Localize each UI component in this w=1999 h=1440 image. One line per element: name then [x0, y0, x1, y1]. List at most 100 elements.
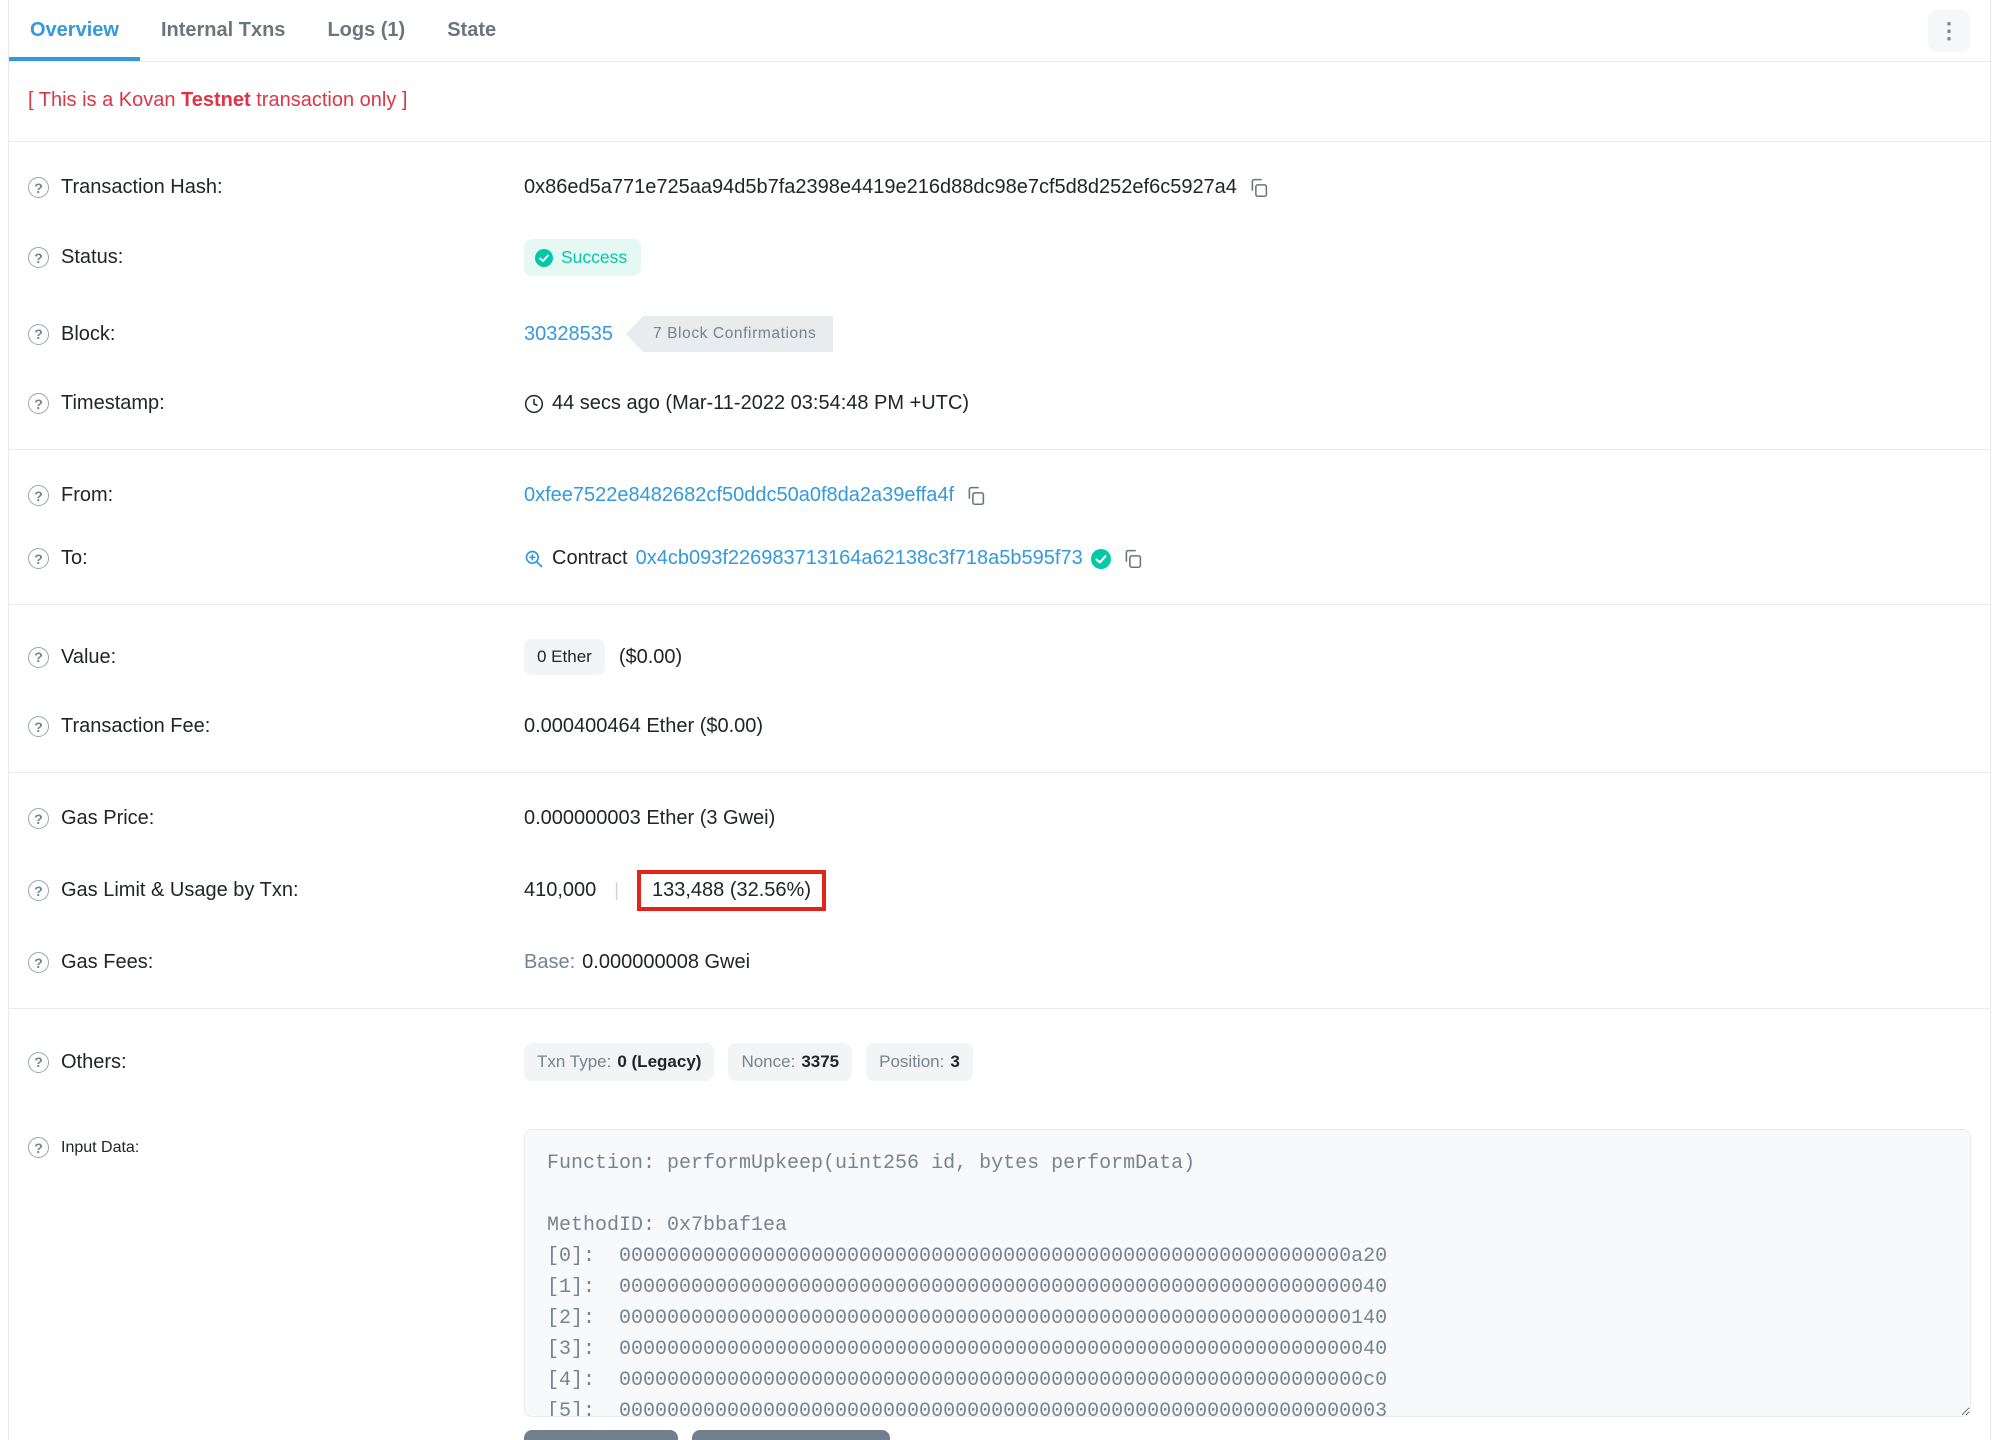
status-text: Success	[561, 247, 628, 267]
usd-value: ($0.00)	[618, 645, 683, 668]
transaction-card: Overview Internal Txns Logs (1) State ⋮ …	[8, 0, 1991, 1440]
to-contract-prefix: Contract	[552, 547, 628, 569]
row-label: Gas Limit & Usage by Txn:	[61, 879, 299, 901]
row-label: Gas Fees:	[61, 951, 154, 973]
badge-value: 3375	[801, 1052, 840, 1071]
tab-logs[interactable]: Logs (1)	[306, 0, 426, 61]
copy-from-button[interactable]	[965, 485, 986, 506]
verified-check-icon	[1090, 548, 1111, 569]
tab-overview[interactable]: Overview	[9, 0, 140, 61]
magnifier-plus-icon[interactable]	[524, 549, 544, 569]
help-icon[interactable]: ?	[28, 177, 49, 198]
section-others-input: ? Others: Txn Type: 0 (Legacy) Nonce: 3375…	[9, 1009, 1990, 1440]
row-timestamp: ? Timestamp: 44 secs ago (Mar-11-2022 03…	[28, 372, 1971, 435]
testnet-warning: [ This is a Kovan Testnet transaction on…	[9, 62, 1990, 142]
row-label: Gas Price:	[61, 807, 155, 829]
tab-state[interactable]: State	[426, 0, 517, 61]
ether-value-badge: 0 Ether	[524, 639, 605, 675]
to-address-link[interactable]: 0x4cb093f226983713164a62138c3f718a5b595f…	[636, 547, 1083, 570]
base-fee-value: 0.000000008 Gwei	[582, 951, 751, 973]
row-label: Transaction Hash:	[61, 176, 223, 198]
copy-to-button[interactable]	[1122, 548, 1143, 569]
help-icon[interactable]: ?	[28, 1051, 49, 1073]
decode-input-data-button[interactable]: Decode Input Data	[691, 1430, 891, 1440]
row-to: ? To: Contract 0x4cb093f226983713164a621…	[28, 527, 1971, 590]
label-gas-price: ? Gas Price:	[28, 807, 524, 830]
row-gas-fees: ? Gas Fees: Base: 0.000000008 Gwei	[28, 931, 1971, 994]
help-icon[interactable]: ?	[28, 323, 49, 345]
clock-icon	[524, 394, 544, 413]
transaction-fee-value: 0.000400464 Ether ($0.00)	[524, 715, 764, 737]
input-data-textarea[interactable]: Function: performUpkeep(uint256 id, byte…	[524, 1129, 1971, 1417]
row-others: ? Others: Txn Type: 0 (Legacy) Nonce: 3375…	[28, 1023, 1971, 1101]
help-icon[interactable]: ?	[28, 880, 49, 901]
position-badge: Position: 3	[866, 1043, 973, 1081]
txn-type-badge: Txn Type: 0 (Legacy)	[524, 1043, 715, 1081]
row-status: ? Status: Success	[28, 219, 1971, 296]
copy-icon	[968, 486, 985, 506]
badge-value: 3	[950, 1052, 960, 1071]
copy-hash-button[interactable]	[1248, 177, 1269, 198]
copy-icon	[1251, 178, 1268, 198]
gas-limit-value: 410,000	[524, 879, 597, 901]
tab-internal-txns[interactable]: Internal Txns	[140, 0, 306, 61]
row-transaction-fee: ? Transaction Fee: 0.000400464 Ether ($0…	[28, 695, 1971, 758]
from-address-link[interactable]: 0xfee7522e8482682cf50ddc50a0f8da2a39effa…	[524, 484, 954, 507]
gas-usage-value: 133,488 (32.56%)	[651, 879, 811, 901]
warning-suffix: transaction only ]	[250, 89, 408, 111]
row-input-data: ? Input Data: Function: performUpkeep(ui…	[28, 1129, 1971, 1417]
badge-label: Position:	[879, 1052, 945, 1071]
help-icon[interactable]: ?	[28, 716, 49, 737]
section-value: ? Value: 0 Ether ($0.00) ? Transaction F…	[9, 605, 1990, 773]
row-label: Value:	[61, 645, 117, 668]
help-icon[interactable]: ?	[28, 247, 49, 268]
block-confirmations-badge: 7 Block Confirmations	[625, 316, 834, 352]
nonce-badge: Nonce: 3375	[728, 1043, 853, 1081]
label-timestamp: ? Timestamp:	[28, 392, 524, 415]
row-block: ? Block: 30328535 7 Block Confirmations	[28, 296, 1971, 372]
row-label: Input Data:	[61, 1138, 140, 1156]
help-icon[interactable]: ?	[28, 548, 49, 569]
kebab-menu-button[interactable]: ⋮	[1928, 9, 1970, 52]
row-label: To:	[61, 547, 88, 569]
status-badge: Success	[524, 239, 642, 276]
label-block: ? Block:	[28, 323, 524, 346]
row-label: Timestamp:	[61, 392, 165, 414]
help-icon[interactable]: ?	[28, 485, 49, 506]
row-value: ? Value: 0 Ether ($0.00)	[28, 619, 1971, 695]
gas-separator: |	[614, 880, 619, 900]
help-icon[interactable]: ?	[28, 1137, 49, 1158]
label-others: ? Others:	[28, 1051, 524, 1074]
label-value: ? Value:	[28, 646, 524, 669]
badge-value: 0 (Legacy)	[617, 1052, 702, 1071]
warning-prefix: [ This is a Kovan	[28, 89, 182, 111]
help-icon[interactable]: ?	[28, 393, 49, 414]
kebab-icon: ⋮	[1938, 17, 1960, 43]
gas-usage-highlight-box: 133,488 (32.56%)	[636, 870, 826, 911]
help-icon[interactable]: ?	[28, 808, 49, 829]
block-number-link[interactable]: 30328535	[524, 323, 613, 346]
label-transaction-fee: ? Transaction Fee:	[28, 715, 524, 738]
copy-icon	[1125, 549, 1141, 569]
row-gas-price: ? Gas Price: 0.000000003 Ether (3 Gwei)	[28, 787, 1971, 850]
help-icon[interactable]: ?	[28, 646, 49, 668]
row-label: Others:	[61, 1050, 127, 1073]
gas-price-value: 0.000000003 Ether (3 Gwei)	[524, 807, 776, 829]
check-circle-icon	[535, 248, 553, 267]
badge-label: Nonce:	[741, 1052, 796, 1071]
view-input-as-button[interactable]: View Input As	[524, 1430, 678, 1440]
base-fee-label: Base:	[524, 951, 576, 973]
label-status: ? Status:	[28, 246, 524, 269]
section-gas: ? Gas Price: 0.000000003 Ether (3 Gwei) …	[9, 773, 1990, 1009]
badge-label: Txn Type:	[537, 1052, 612, 1071]
row-label: Block:	[61, 322, 116, 345]
timestamp-value: 44 secs ago (Mar-11-2022 03:54:48 PM +UT…	[552, 392, 970, 414]
row-label: From:	[61, 484, 114, 506]
row-transaction-hash: ? Transaction Hash: 0x86ed5a771e725aa94d…	[28, 156, 1971, 219]
row-label: Transaction Fee:	[61, 715, 211, 737]
label-from: ? From:	[28, 484, 524, 507]
input-data-actions: View Input As Decode Input Data	[524, 1430, 1971, 1440]
help-icon[interactable]: ?	[28, 952, 49, 973]
warning-bold: Testnet	[181, 89, 251, 111]
label-to: ? To:	[28, 547, 524, 570]
